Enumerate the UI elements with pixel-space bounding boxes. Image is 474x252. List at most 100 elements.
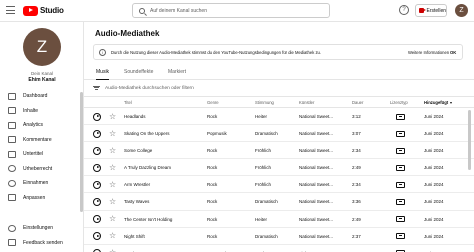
main-scrollbar[interactable]	[468, 110, 471, 170]
license-icon	[396, 181, 405, 188]
track-genre: Rock	[207, 165, 218, 171]
tab-markiert[interactable]: Markiert	[168, 69, 186, 80]
filter-bar[interactable]: Audio-Mediathek durchsuchen oder filtern	[93, 83, 194, 93]
sidebar-item-kommentare[interactable]: Kommentare	[0, 133, 84, 148]
track-mood: Fröhlich	[255, 182, 272, 188]
table-row[interactable]: ☆ Headlands Rock Heiter National Sweet... 3:1…	[84, 108, 474, 126]
track-added: Juni 2024	[424, 148, 444, 154]
track-added: Juni 2024	[424, 182, 444, 188]
sidebar-scrollbar[interactable]	[80, 92, 83, 212]
table-row[interactable]: ☆ A Truly Dazzling Dream Rock Fröhlich Natio…	[84, 159, 474, 177]
tab-musik[interactable]: Musik	[96, 69, 110, 80]
table-row[interactable]: ☆ Some College Rock Fröhlich National Sweet.…	[84, 142, 474, 160]
sidebar-item-inhalte[interactable]: Inhalte	[0, 104, 84, 119]
page-title: Audio-Mediathek	[95, 29, 160, 38]
track-genre: Rock	[207, 233, 218, 239]
license-icon	[396, 216, 405, 223]
create-button-label: Erstellen	[426, 7, 446, 14]
play-icon[interactable]	[93, 146, 101, 155]
sidebar-item-label: Anpassen	[23, 194, 46, 201]
dashboard-icon	[8, 92, 16, 100]
sidebar-item-feedback[interactable]: Feedback senden	[0, 236, 84, 251]
create-button[interactable]: Erstellen	[415, 4, 447, 17]
play-icon[interactable]	[93, 129, 101, 138]
ok-button[interactable]: OK	[450, 50, 456, 55]
logo-text: Studio	[40, 6, 64, 15]
table-row[interactable]: ☆ Skating On the Uppers Popmusik Dramatisch…	[84, 125, 474, 143]
track-mood: Fröhlich	[255, 165, 272, 171]
sidebar-item-dashboard[interactable]: Dashboard	[0, 89, 84, 104]
tab-soundeffekte[interactable]: Soundeffekte	[124, 69, 153, 80]
column-genre[interactable]: Genre	[207, 100, 219, 105]
column-artist[interactable]: Künstler	[299, 100, 314, 105]
track-artist: National Sweet...	[299, 182, 334, 188]
sidebar-item-einstellungen[interactable]: Einstellungen	[0, 221, 84, 236]
main-content: Audio-Mediathek i Durch die Nutzung dies…	[84, 22, 474, 252]
column-added[interactable]: Hinzugefügt	[424, 100, 453, 105]
track-genre: Rock	[207, 182, 218, 188]
search-box[interactable]: Auf deinem Kanal suchen	[132, 3, 330, 18]
track-mood: Heiter	[255, 114, 268, 119]
track-duration: 2:37	[352, 233, 361, 239]
sidebar-item-label: Untertitel	[23, 151, 44, 158]
column-title[interactable]: Titel	[124, 100, 132, 105]
tab-bar: Musik Soundeffekte Markiert	[84, 66, 474, 80]
star-icon[interactable]: ☆	[109, 248, 116, 252]
star-icon[interactable]: ☆	[109, 129, 116, 138]
star-icon[interactable]: ☆	[109, 180, 116, 189]
track-mood: Dramatisch	[255, 233, 278, 239]
sort-descending-icon	[450, 101, 453, 104]
column-added-label: Hinzugefügt	[424, 100, 449, 105]
column-duration[interactable]: Dauer	[352, 100, 363, 105]
license-icon	[396, 113, 405, 120]
filter-input[interactable]: Audio-Mediathek durchsuchen oder filtern	[105, 86, 194, 91]
license-icon	[396, 164, 405, 171]
sidebar-item-anpassen[interactable]: Anpassen	[0, 191, 84, 206]
learn-more-link[interactable]: Weitere Informationen	[408, 50, 449, 55]
table-row[interactable]: ☆ Night Shift Rock Dramatisch National Sweet…	[84, 228, 474, 245]
analytics-icon	[8, 121, 16, 129]
table-row[interactable]: ☆ Tasty Waves Rock Dramatisch National Sweet…	[84, 193, 474, 211]
track-added: Juni 2024	[424, 114, 444, 119]
star-icon[interactable]: ☆	[109, 214, 116, 223]
sidebar-item-analytics[interactable]: Analytics	[0, 118, 84, 133]
star-icon[interactable]: ☆	[109, 163, 116, 172]
play-icon[interactable]	[93, 163, 101, 172]
search-input[interactable]: Auf deinem Kanal suchen	[150, 8, 207, 14]
channel-avatar[interactable]: Z	[23, 28, 61, 66]
track-genre: Rock	[207, 216, 218, 222]
column-license[interactable]: Lizenztyp	[390, 100, 408, 105]
track-artist: National Sweet...	[299, 165, 334, 171]
play-icon[interactable]	[93, 112, 101, 121]
play-icon[interactable]	[93, 232, 101, 241]
sidebar: Z Dein Kanal Ehim Kanal Dashboard Inhalt…	[0, 22, 84, 252]
play-icon[interactable]	[93, 197, 101, 206]
track-mood: Dramatisch	[255, 131, 278, 137]
license-icon	[396, 130, 405, 137]
sidebar-item-untertitel[interactable]: Untertitel	[0, 147, 84, 162]
track-title: Some College	[124, 148, 153, 154]
table-row[interactable]: ☆ The Center Isn't Holding Rock Heiter Natio…	[84, 211, 474, 228]
sidebar-item-label: Inhalte	[23, 107, 39, 114]
sidebar-item-urheberrecht[interactable]: Urheberrecht	[0, 162, 84, 177]
banner-text: Durch die Nutzung dieser Audio-Mediathek…	[111, 49, 322, 55]
table-row[interactable]: ☆SmokeJazz & BluesFunkyLish Grooves2:38M…	[84, 245, 474, 252]
menu-icon[interactable]	[6, 6, 15, 14]
account-avatar[interactable]: Z	[455, 4, 468, 17]
column-mood[interactable]: Stimmung	[255, 100, 274, 105]
track-genre: Popmusik	[207, 131, 227, 137]
star-icon[interactable]: ☆	[109, 146, 116, 155]
play-icon[interactable]	[93, 180, 101, 189]
star-icon[interactable]: ☆	[109, 112, 116, 121]
sidebar-item-einnahmen[interactable]: Einnahmen	[0, 176, 84, 191]
star-icon[interactable]: ☆	[109, 231, 116, 240]
track-title: Tasty Waves	[124, 199, 150, 205]
studio-logo[interactable]: Studio	[23, 5, 64, 16]
star-icon[interactable]: ☆	[109, 197, 116, 206]
table-row[interactable]: ☆ Arm Wrestler Rock Fröhlich National Sweet.…	[84, 176, 474, 194]
track-mood: Fröhlich	[255, 148, 272, 154]
license-icon	[396, 233, 405, 240]
play-icon[interactable]	[93, 215, 101, 224]
help-icon[interactable]: ?	[399, 5, 409, 15]
channel-name: Ehim Kanal	[28, 77, 56, 83]
